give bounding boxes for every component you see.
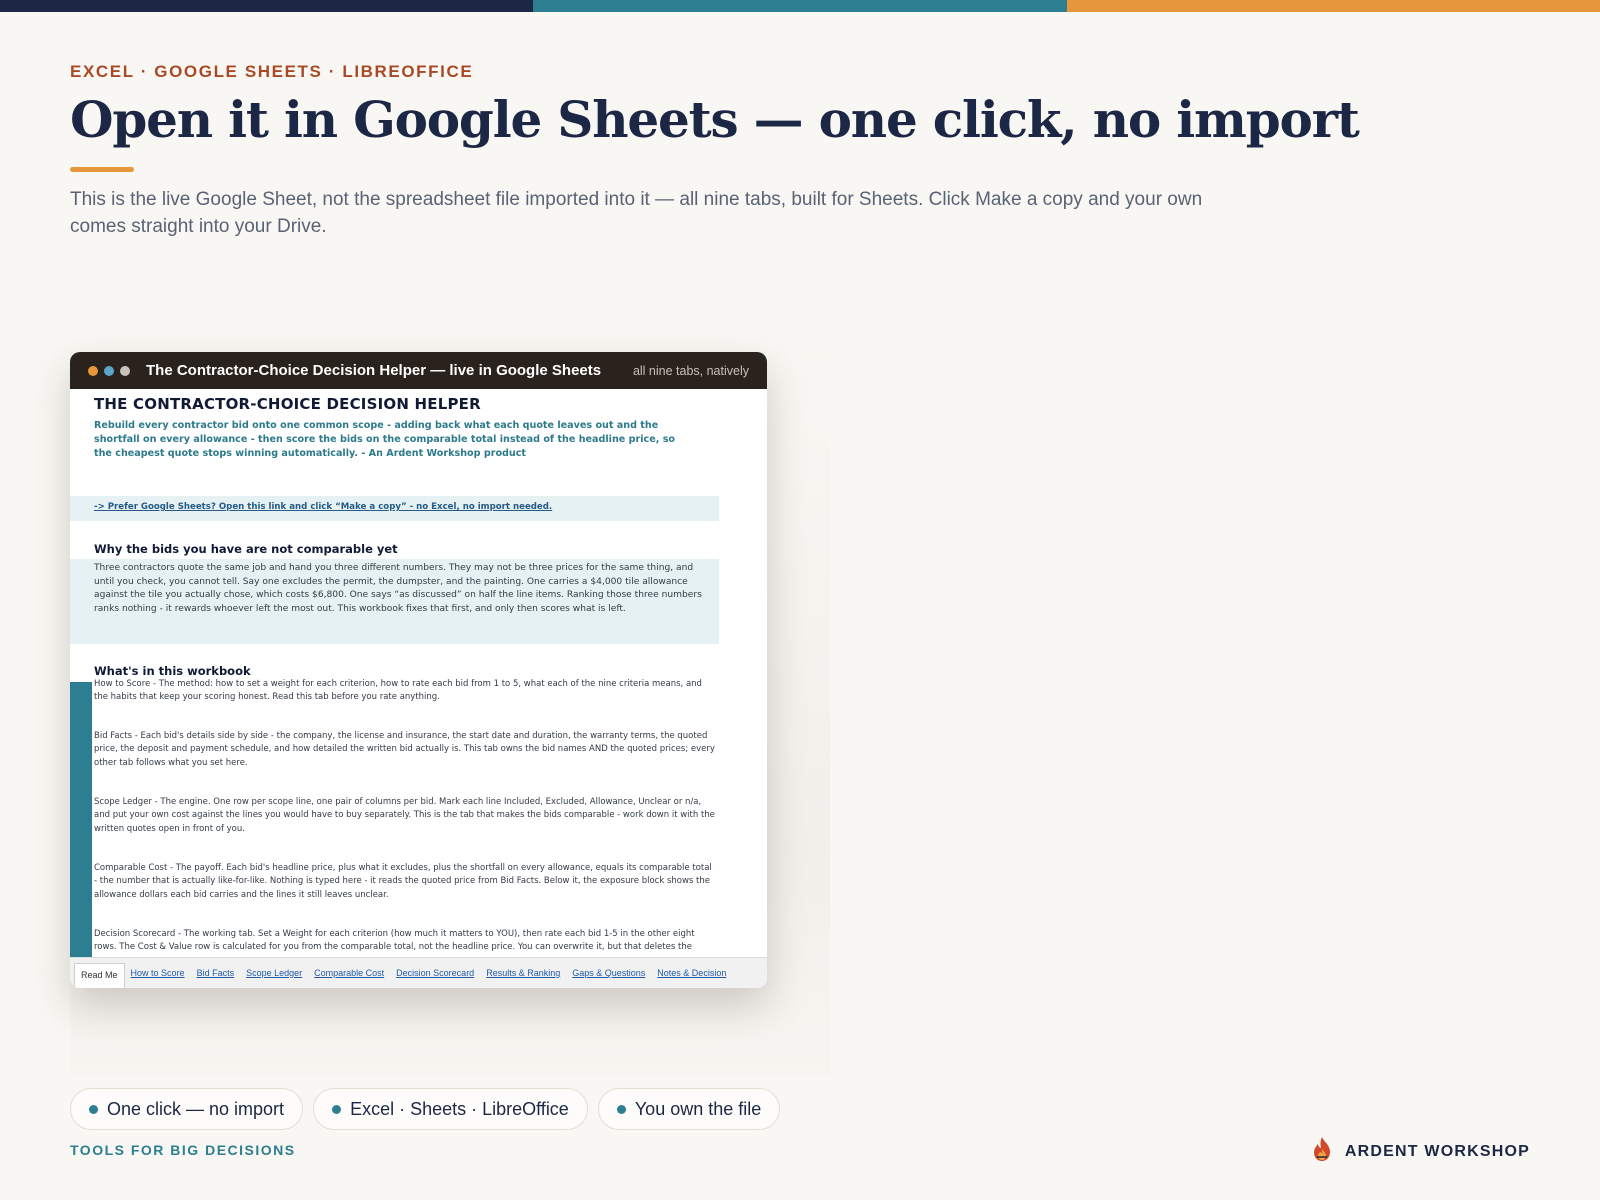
sheet-tab-bar: Read Me How to Score Bid Facts Scope Led… — [70, 957, 767, 988]
spreadsheet-window: The Contractor-Choice Decision Helper — … — [70, 352, 767, 988]
window-dot-blue — [104, 365, 114, 376]
brand-name: ARDENT WORKSHOP — [1344, 1142, 1530, 1160]
pill-dot — [89, 1104, 98, 1114]
pill-one-click: One click — no import — [70, 1088, 304, 1130]
flame-icon — [1311, 1136, 1333, 1167]
why-text: Three contractors quote the same job and… — [94, 563, 702, 614]
tab-gaps-questions[interactable]: Gaps & Questions — [566, 963, 651, 985]
tab-read-me[interactable]: Read Me — [74, 963, 125, 988]
top-color-bar — [0, 0, 1600, 12]
why-heading: Why the bids you have are not comparable… — [94, 542, 398, 556]
whats-heading: What's in this workbook — [94, 664, 251, 678]
google-sheets-link[interactable]: -> Prefer Google Sheets? Open this link … — [94, 502, 552, 512]
lede-text: This is the live Google Sheet, not the s… — [70, 189, 1203, 237]
top-bar-teal — [533, 0, 1067, 12]
pill-dot — [332, 1104, 342, 1114]
top-bar-navy — [0, 0, 534, 12]
tab-how-to-score[interactable]: How to Score — [125, 963, 191, 985]
pill-ownership: You own the file — [597, 1088, 781, 1130]
tab-bid-facts[interactable]: Bid Facts — [191, 963, 241, 985]
tab-scope-ledger[interactable]: Scope Ledger — [240, 963, 308, 985]
entry-comparable-cost: Comparable Cost - The payoff. Each bid's… — [94, 863, 712, 900]
title-underline — [70, 167, 134, 172]
window-title: The Contractor-Choice Decision Helper — … — [146, 362, 602, 379]
tab-comparable-cost[interactable]: Comparable Cost — [308, 963, 390, 985]
pill-label: You own the file — [634, 1098, 762, 1119]
entry-how-to-score: How to Score - The method: how to set a … — [94, 679, 702, 703]
sheet-content: THE CONTRACTOR-CHOICE DECISION HELPER Re… — [70, 389, 767, 957]
sheet-title: THE CONTRACTOR-CHOICE DECISION HELPER — [94, 395, 481, 413]
feature-pills: One click — no import Excel · Sheets · L… — [70, 1088, 781, 1130]
pill-label: Excel · Sheets · LibreOffice — [350, 1098, 569, 1119]
window-titlebar: The Contractor-Choice Decision Helper — … — [70, 352, 767, 389]
entry-scope-ledger: Scope Ledger - The engine. One row per s… — [94, 797, 715, 834]
section-teal-bar — [70, 682, 92, 957]
window-dot-orange — [88, 365, 98, 376]
window-note: all nine tabs, natively — [632, 363, 749, 378]
tab-notes-decision[interactable]: Notes & Decision — [651, 963, 732, 985]
top-bar-orange — [1066, 0, 1600, 12]
tab-decision-scorecard[interactable]: Decision Scorecard — [390, 963, 480, 985]
pill-formats: Excel · Sheets · LibreOffice — [313, 1088, 588, 1130]
pill-dot — [616, 1104, 626, 1114]
page-title: Open it in Google Sheets — one click, no… — [70, 90, 1360, 149]
entry-bid-facts: Bid Facts - Each bid's details side by s… — [94, 731, 715, 768]
pill-label: One click — no import — [107, 1098, 285, 1119]
footer-tagline: TOOLS FOR BIG DECISIONS — [70, 1142, 296, 1158]
window-dot-grey — [120, 365, 130, 376]
entry-decision-scorecard: Decision Scorecard - The working tab. Se… — [94, 929, 695, 953]
brand-logo: ARDENT WORKSHOP — [1311, 1136, 1530, 1167]
sheet-subtitle: Rebuild every contractor bid onto one co… — [94, 420, 676, 459]
eyebrow-label: EXCEL · GOOGLE SHEETS · LIBREOFFICE — [70, 62, 474, 81]
tab-results-ranking[interactable]: Results & Ranking — [480, 963, 566, 985]
